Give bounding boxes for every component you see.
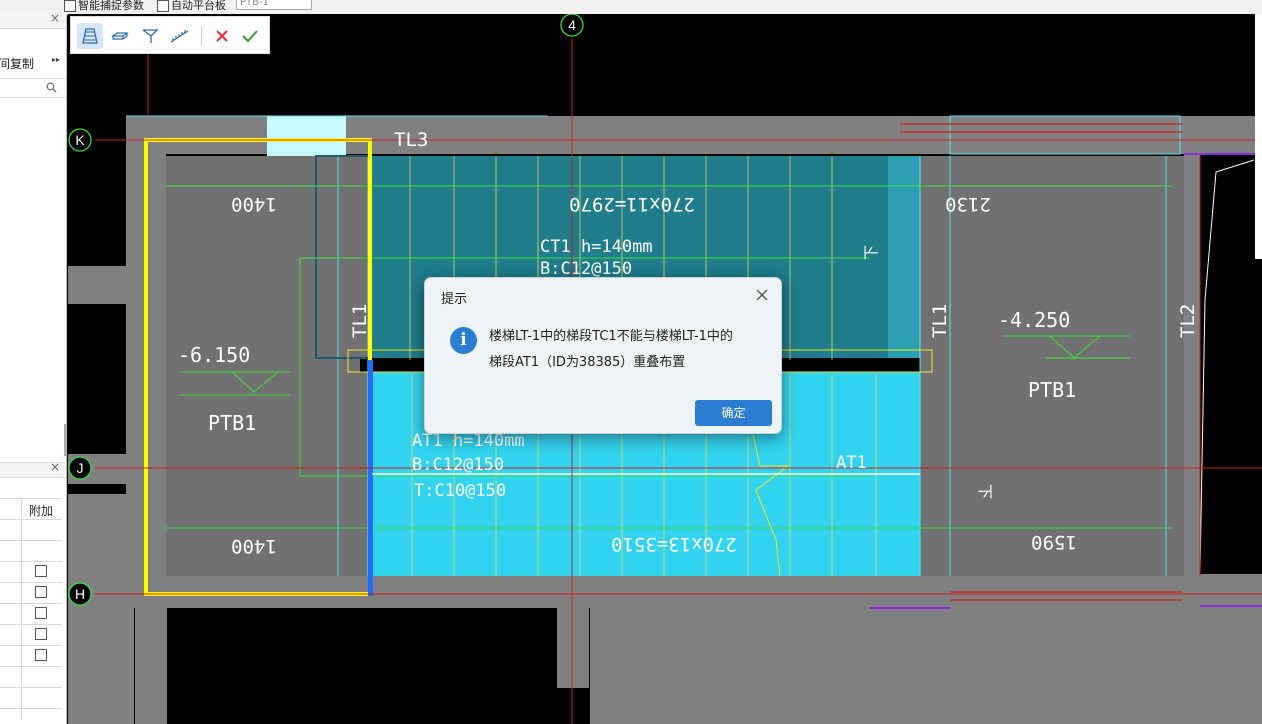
at1-rebar-b: B:C12@150 <box>412 455 504 475</box>
cancel-icon <box>216 30 228 42</box>
auto-platform-label: 自动平台板 <box>171 0 226 12</box>
top-options-bar: 智能捕捉参数 自动平台板 PTB-1 <box>0 0 1262 15</box>
panel-header-2: × <box>0 460 66 478</box>
extra-column-header: 附加 <box>29 504 54 518</box>
right-mini-panel <box>1255 14 1262 259</box>
extra-checkbox[interactable] <box>35 607 47 619</box>
copy-row: 间复制 ▸▸ <box>0 52 66 74</box>
at1-rebar-t: T:C10@150 <box>414 481 506 501</box>
down-mark-upper: 下 <box>862 245 880 260</box>
beam-TL1-right-label: TL1 <box>929 304 951 338</box>
search-icon[interactable] <box>46 82 57 93</box>
beam-TL1-left-label: TL1 <box>349 304 371 338</box>
at1-label: AT1 h=140mm <box>412 431 525 451</box>
info-icon: i <box>450 327 477 354</box>
axis-label-K: K <box>75 132 85 148</box>
panel-splitter[interactable] <box>64 424 66 456</box>
alert-dialog: 提示 i 楼梯LT-1中的梯段TC1不能与楼梯LT-1中的 梯段AT1（ID为3… <box>424 277 782 434</box>
left-side-panel: × 间复制 ▸▸ × 附加 <box>0 14 67 724</box>
dialog-message-line1: 楼梯LT-1中的梯段TC1不能与楼梯LT-1中的 <box>489 329 733 344</box>
slab-icon <box>111 32 129 40</box>
close-icon[interactable] <box>753 286 771 304</box>
panel-header-1: × <box>0 14 66 29</box>
confirm-icon <box>242 30 258 43</box>
axis-label-4: 4 <box>568 17 576 33</box>
ramp-tool-button[interactable] <box>167 23 193 49</box>
flight-icon <box>142 29 159 43</box>
extra-checkbox[interactable] <box>35 628 47 640</box>
slab-tool-button[interactable] <box>107 23 133 49</box>
dim-top-run: 270x11=2970 <box>569 193 695 215</box>
panel2-close-icon[interactable]: × <box>50 460 60 474</box>
dim-1590: 1590 <box>1031 531 1077 553</box>
at1-tag: AT1 <box>836 453 867 473</box>
stair-edit-toolbar <box>70 16 270 54</box>
flight-tool-button[interactable] <box>137 23 163 49</box>
opening-patch <box>267 116 346 156</box>
extra-checkbox[interactable] <box>35 586 47 598</box>
down-mark-lower: 下 <box>976 484 994 499</box>
dim-2130: 2130 <box>945 193 991 215</box>
beam-TL2-label: TL2 <box>1177 304 1199 338</box>
ptb1-left-label: PTB1 <box>208 411 256 435</box>
dialog-message-line2: 梯段AT1（ID为38385）重叠布置 <box>489 355 686 370</box>
cancel-button[interactable] <box>209 23 235 49</box>
panel-close-icon[interactable]: × <box>50 14 60 25</box>
dim-bottom-run: 270x13=3510 <box>611 533 737 555</box>
beam-TL3-label: TL3 <box>394 129 428 151</box>
extra-checkbox[interactable] <box>35 649 47 661</box>
smart-snap-checkbox[interactable]: 智能捕捉参数 <box>64 0 144 13</box>
ct1-label: CT1 h=140mm <box>540 237 653 257</box>
platform-type-select[interactable]: PTB-1 <box>236 0 312 10</box>
search-row[interactable] <box>0 78 66 98</box>
ramp-icon <box>170 30 189 43</box>
confirm-button[interactable] <box>237 23 263 49</box>
expand-icon[interactable]: ▸▸ <box>52 55 60 64</box>
auto-platform-checkbox[interactable]: 自动平台板 <box>157 0 226 13</box>
copy-button[interactable]: 间复制 <box>0 55 34 72</box>
dialog-title: 提示 <box>441 292 468 307</box>
elevation-right: -4.250 <box>998 308 1070 332</box>
dim-1400-bottom: 1400 <box>231 535 277 557</box>
landing-right <box>920 156 1184 576</box>
dialog-message: 楼梯LT-1中的梯段TC1不能与楼梯LT-1中的 梯段AT1（ID为38385）… <box>489 324 769 376</box>
dim-1400-top: 1400 <box>231 193 277 215</box>
ptb1-right-label: PTB1 <box>1028 378 1076 402</box>
smart-snap-label: 智能捕捉参数 <box>78 0 144 12</box>
extra-checkbox[interactable] <box>35 565 47 577</box>
platform-type-value: PTB-1 <box>240 0 269 8</box>
axis-label-H: H <box>75 586 85 602</box>
ct1-rebar: B:C12@150 <box>540 259 632 279</box>
stair-icon <box>82 28 98 44</box>
axis-label-J: J <box>77 460 84 476</box>
elevation-left: -6.150 <box>178 343 250 367</box>
stair-tool-button[interactable] <box>77 23 103 49</box>
ok-button[interactable]: 确定 <box>695 400 772 426</box>
